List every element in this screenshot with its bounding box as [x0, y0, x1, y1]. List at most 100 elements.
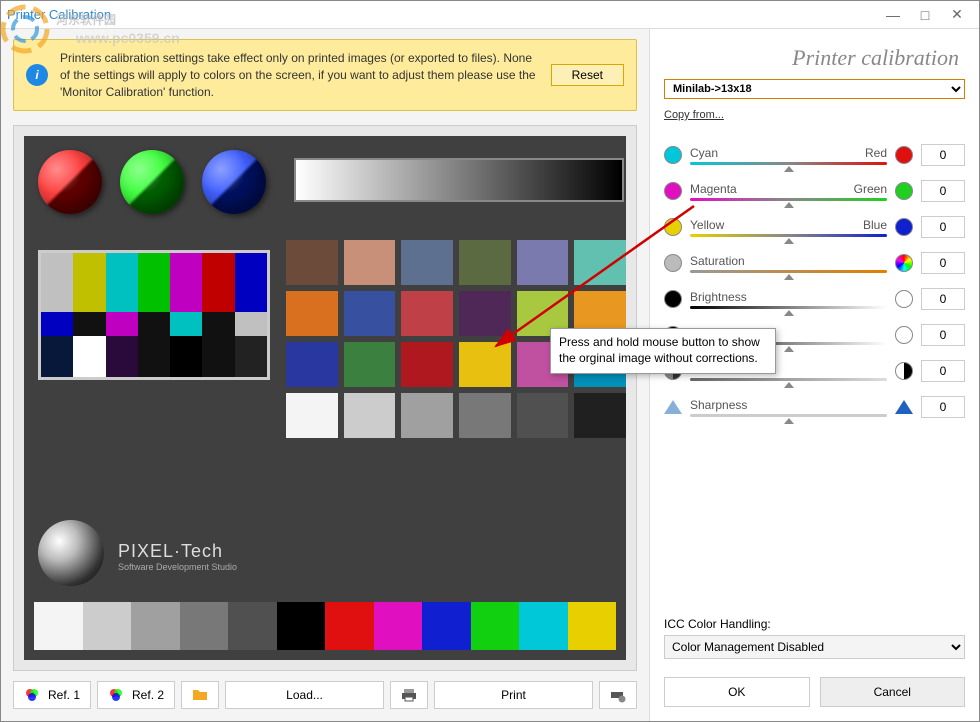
maximize-button[interactable]: □ — [909, 7, 941, 23]
printer-gear-icon — [610, 687, 626, 703]
logo-text: PIXEL·Tech Software Development Studio — [118, 541, 237, 572]
strip-cell — [519, 602, 568, 650]
slider-track[interactable]: MagentaGreen — [690, 182, 887, 201]
minimize-button[interactable]: — — [877, 7, 909, 23]
folder-button[interactable] — [181, 681, 219, 709]
swatch — [344, 291, 396, 336]
swatch — [286, 240, 338, 285]
slider-left-icon — [664, 254, 682, 272]
slider-value[interactable]: 0 — [921, 180, 965, 202]
blue-ball — [202, 150, 266, 214]
slider-magenta: MagentaGreen 0 — [664, 173, 965, 209]
right-pane: Printer calibration Minilab->13x18 Copy … — [649, 29, 979, 721]
slider-track[interactable]: Sharpness — [690, 398, 887, 417]
strip-cell — [568, 602, 617, 650]
swatch — [459, 342, 511, 387]
icc-select[interactable]: Color Management Disabled — [664, 635, 965, 659]
swatch — [401, 393, 453, 438]
swatch — [286, 342, 338, 387]
slider-saturation: Saturation 0 — [664, 245, 965, 281]
color-bars — [38, 250, 270, 380]
slider-track[interactable]: Brightness — [690, 290, 887, 309]
rgb-icon — [24, 687, 40, 703]
slider-right-icon — [895, 290, 913, 308]
print-button[interactable]: Print — [434, 681, 593, 709]
titlebar: Printer Calibration — □ ✕ — [1, 1, 979, 29]
green-ball — [120, 150, 184, 214]
preview-container: PIXEL·Tech Software Development Studio P… — [13, 125, 637, 671]
swatch — [517, 240, 569, 285]
strip-cell — [325, 602, 374, 650]
swatch — [574, 393, 626, 438]
preview-tooltip: Press and hold mouse button to show the … — [550, 328, 776, 373]
print-settings-button[interactable] — [599, 681, 637, 709]
calibration-preview[interactable]: PIXEL·Tech Software Development Studio P… — [24, 136, 626, 660]
slider-sharpness: Sharpness 0 — [664, 389, 965, 425]
window-title: Printer Calibration — [7, 7, 111, 22]
swatch — [517, 393, 569, 438]
icc-section: ICC Color Handling: Color Management Dis… — [664, 617, 965, 659]
swatch — [401, 342, 453, 387]
slider-right-icon — [895, 362, 913, 380]
slider-value[interactable]: 0 — [921, 252, 965, 274]
slider-left-icon — [664, 146, 682, 164]
logo-sphere — [38, 520, 104, 586]
slider-value[interactable]: 0 — [921, 216, 965, 238]
swatch — [401, 240, 453, 285]
gradient-strip — [294, 158, 624, 202]
strip-cell — [277, 602, 326, 650]
bottom-toolbar: Ref. 1 Ref. 2 Load... Print — [13, 681, 637, 709]
strip-cell — [471, 602, 520, 650]
swatch — [344, 240, 396, 285]
slider-right-icon — [895, 326, 913, 344]
slider-track[interactable]: CyanRed — [690, 146, 887, 165]
ref2-button[interactable]: Ref. 2 — [97, 681, 175, 709]
close-button[interactable]: ✕ — [941, 6, 973, 23]
slider-value[interactable]: 0 — [921, 288, 965, 310]
slider-left-icon — [664, 400, 682, 414]
rgb-icon — [108, 687, 124, 703]
swatch — [459, 291, 511, 336]
cancel-button[interactable]: Cancel — [820, 677, 966, 707]
strip-cell — [374, 602, 423, 650]
profile-select[interactable]: Minilab->13x18 — [664, 79, 965, 99]
swatch — [459, 240, 511, 285]
slider-left-icon — [664, 182, 682, 200]
swatch — [286, 393, 338, 438]
slider-cyan: CyanRed 0 — [664, 137, 965, 173]
slider-right-icon — [895, 182, 913, 200]
dialog-buttons: OK Cancel — [650, 667, 979, 721]
slider-right-icon — [895, 146, 913, 164]
slider-brightness: Brightness 0 — [664, 281, 965, 317]
ref1-button[interactable]: Ref. 1 — [13, 681, 91, 709]
swatch — [574, 240, 626, 285]
printer-icon — [401, 687, 417, 703]
slider-track[interactable]: YellowBlue — [690, 218, 887, 237]
slider-left-icon — [664, 290, 682, 308]
ok-button[interactable]: OK — [664, 677, 810, 707]
notice-text: Printers calibration settings take effec… — [60, 50, 539, 100]
icc-label: ICC Color Handling: — [664, 617, 965, 631]
slider-value[interactable]: 0 — [921, 396, 965, 418]
strip-cell — [83, 602, 132, 650]
swatch — [286, 291, 338, 336]
slider-right-icon — [895, 254, 913, 272]
slider-track[interactable]: Saturation — [690, 254, 887, 273]
load-button[interactable]: Load... — [225, 681, 384, 709]
strip-cell — [228, 602, 277, 650]
swatch — [344, 342, 396, 387]
swatch — [401, 291, 453, 336]
slider-value[interactable]: 0 — [921, 324, 965, 346]
strip-cell — [34, 602, 83, 650]
slider-right-icon — [895, 400, 913, 414]
slider-value[interactable]: 0 — [921, 144, 965, 166]
slider-value[interactable]: 0 — [921, 360, 965, 382]
reset-button[interactable]: Reset — [551, 64, 624, 86]
folder-icon — [192, 687, 208, 703]
panel-title: Printer calibration — [650, 29, 979, 77]
left-pane: i Printers calibration settings take eff… — [1, 29, 649, 721]
slider-yellow: YellowBlue 0 — [664, 209, 965, 245]
copy-from-link[interactable]: Copy from... — [664, 109, 965, 121]
printer-icon-button[interactable] — [390, 681, 428, 709]
bottom-color-strip — [34, 602, 616, 650]
